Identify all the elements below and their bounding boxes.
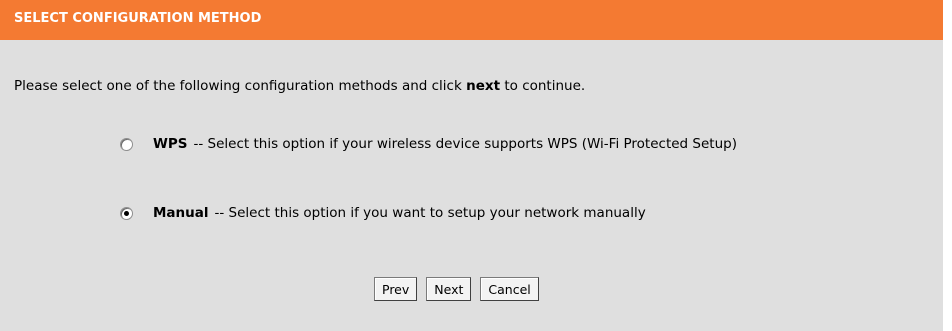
wps-label: WPS	[153, 136, 188, 152]
section-header: SELECT CONFIGURATION METHOD	[0, 0, 943, 40]
next-button[interactable]: Next	[426, 277, 472, 301]
manual-radio[interactable]	[120, 206, 133, 220]
manual-description: -- Select this option if you want to set…	[214, 205, 646, 221]
prev-button[interactable]: Prev	[374, 277, 418, 301]
cancel-button[interactable]: Cancel	[480, 277, 539, 301]
manual-label: Manual	[153, 205, 209, 221]
intro-suffix: to continue.	[504, 78, 586, 94]
option-manual[interactable]: Manual -- Select this option if you want…	[120, 205, 646, 221]
intro-prefix: Please select one of the following confi…	[14, 78, 462, 94]
config-method-panel: SELECT CONFIGURATION METHOD Please selec…	[0, 0, 943, 331]
wps-description: -- Select this option if your wireless d…	[193, 136, 737, 152]
button-row: Prev Next Cancel	[374, 277, 539, 301]
intro-keyword: next	[466, 78, 501, 94]
option-wps[interactable]: WPS -- Select this option if your wirele…	[120, 136, 737, 152]
wps-radio[interactable]	[120, 137, 133, 151]
intro-text: Please select one of the following confi…	[14, 78, 585, 94]
